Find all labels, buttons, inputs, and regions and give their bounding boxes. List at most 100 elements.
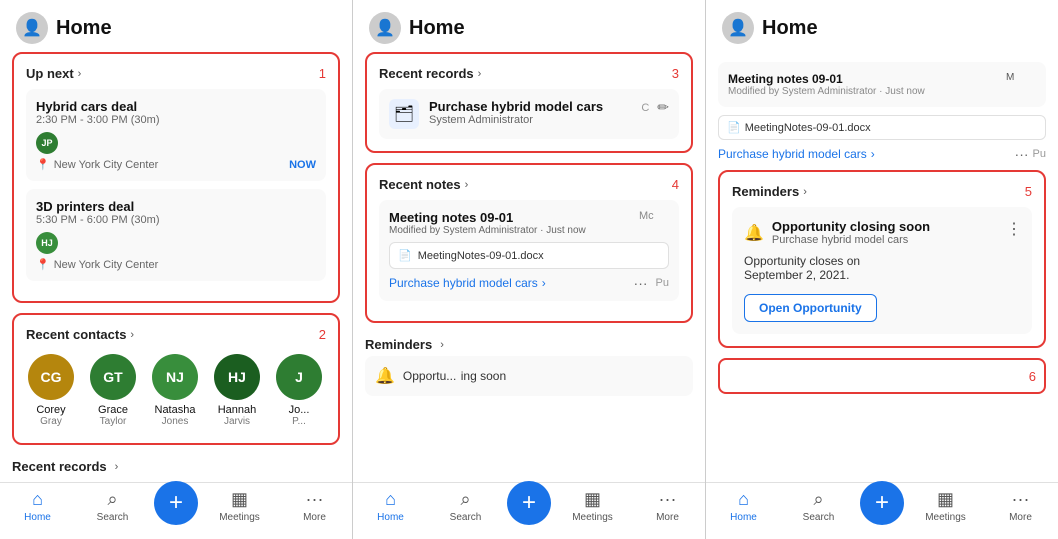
note-item-2[interactable]: Meeting notes 09-01 Modified by System A… bbox=[379, 200, 679, 301]
up-next-item-2-time: 5:30 PM - 6:00 PM (30m) bbox=[36, 214, 316, 226]
nav-more-2[interactable]: ··· More bbox=[630, 489, 705, 533]
nav-meetings-1[interactable]: ▦ Meetings bbox=[202, 489, 277, 533]
fab-1[interactable]: + bbox=[154, 481, 198, 525]
top-note-row-1-text: Meeting notes 09-01 Modified by System A… bbox=[728, 72, 925, 97]
note-filename-2: MeetingNotes-09-01.docx bbox=[418, 250, 544, 262]
nav-home-2[interactable]: ⌂ Home bbox=[353, 489, 428, 533]
truncated-2: Pu bbox=[656, 277, 669, 289]
contact-NJ-avatar: NJ bbox=[152, 354, 198, 400]
contact-CG[interactable]: CG Corey Gray bbox=[26, 354, 76, 427]
three-dots-3[interactable]: ⋮ bbox=[1006, 219, 1022, 239]
contacts-row: CG Corey Gray GT Grace Taylor NJ Natasha… bbox=[26, 350, 326, 431]
recent-contacts-chevron[interactable]: › bbox=[130, 329, 134, 341]
up-next-item-1[interactable]: Hybrid cars deal 2:30 PM - 3:00 PM (30m)… bbox=[26, 89, 326, 181]
reminders-card-3: Reminders › 5 🔔 Opportunity closing soon… bbox=[718, 170, 1046, 348]
now-badge: NOW bbox=[289, 159, 316, 171]
nav-meetings-3[interactable]: ▦ Meetings bbox=[908, 489, 983, 533]
fab-2[interactable]: + bbox=[507, 481, 551, 525]
edit-icon-2[interactable]: ✏ bbox=[657, 99, 669, 116]
home-icon-1: ⌂ bbox=[32, 489, 43, 510]
note-link-2[interactable]: Purchase hybrid model cars › bbox=[389, 276, 546, 290]
contact-NJ-name: Natasha bbox=[155, 404, 196, 416]
up-next-item-2-title: 3D printers deal bbox=[36, 199, 316, 214]
recent-records-chevron-p1[interactable]: › bbox=[115, 461, 119, 473]
up-next-item-2[interactable]: 3D printers deal 5:30 PM - 6:00 PM (30m)… bbox=[26, 189, 326, 281]
contact-CG-last: Gray bbox=[40, 416, 62, 427]
recent-records-card-2: Recent records › 3 🗂 Purchase hybrid mod… bbox=[365, 52, 693, 153]
record-text-2: Purchase hybrid model cars System Admini… bbox=[429, 99, 603, 126]
contact-J-last: P... bbox=[292, 416, 306, 427]
contact-HJ-last: Jarvis bbox=[224, 416, 250, 427]
nav-home-1[interactable]: ⌂ Home bbox=[0, 489, 75, 533]
recent-contacts-number: 2 bbox=[319, 327, 326, 342]
record-actions-2: C ✏ bbox=[641, 99, 669, 116]
top-note-right: M bbox=[1006, 72, 1036, 97]
reminders-chevron-3[interactable]: › bbox=[803, 186, 807, 198]
contact-HJ[interactable]: HJ Hannah Jarvis bbox=[212, 354, 262, 427]
nav-home-3[interactable]: ⌂ Home bbox=[706, 489, 781, 533]
recent-notes-chevron-2[interactable]: › bbox=[465, 179, 469, 191]
nav-more-3[interactable]: ··· More bbox=[983, 489, 1058, 533]
truncated-3: Pu bbox=[1033, 148, 1046, 160]
panel-3: 👤 Home Meeting notes 09-01 Modified by S… bbox=[706, 0, 1058, 539]
panel-1: 👤 Home Up next › 1 Hybrid cars deal 2:30… bbox=[0, 0, 353, 539]
reminder-sub-3: Purchase hybrid model cars bbox=[772, 234, 930, 246]
dots-3[interactable]: ··· bbox=[1015, 146, 1029, 162]
header-2: 👤 Home bbox=[353, 0, 705, 52]
top-note-row-1[interactable]: Meeting notes 09-01 Modified by System A… bbox=[718, 62, 1046, 107]
bottom-nav-2: ⌂ Home ⌕ Search + ▦ Meetings ··· More bbox=[353, 482, 705, 539]
contact-HJ-name: Hannah bbox=[218, 404, 257, 416]
reminders-header-3: Reminders › 5 bbox=[732, 184, 1032, 199]
reminder-bell-icon: 🔔 bbox=[744, 223, 764, 243]
contact-NJ[interactable]: NJ Natasha Jones bbox=[150, 354, 200, 427]
panel-2-title: Home bbox=[409, 17, 465, 40]
reminder-preview-2: 🔔 Opportu... ing soon bbox=[365, 356, 693, 396]
top-note-meta: Modified by System Administrator · Just … bbox=[728, 86, 925, 97]
nav-search-3[interactable]: ⌕ Search bbox=[781, 489, 856, 533]
contact-J[interactable]: J Jo... P... bbox=[274, 354, 324, 427]
record-title-2: Purchase hybrid model cars bbox=[429, 99, 603, 114]
reminder-text: Opportunity closing soon Purchase hybrid… bbox=[772, 219, 930, 246]
dots-menu-2[interactable]: ··· bbox=[634, 275, 648, 291]
recent-records-header-2: Recent records › 3 bbox=[379, 66, 679, 81]
panel-3-title: Home bbox=[762, 17, 818, 40]
more-icon-1: ··· bbox=[306, 489, 324, 510]
search-icon-1: ⌕ bbox=[107, 489, 117, 510]
reminders-label-2: Reminders bbox=[365, 337, 432, 352]
record-item-2[interactable]: 🗂 Purchase hybrid model cars System Admi… bbox=[379, 89, 679, 139]
purchase-link-3[interactable]: Purchase hybrid model cars › bbox=[718, 147, 875, 161]
contact-CG-name: Corey bbox=[36, 404, 65, 416]
reminder-preview-text: Opportu... ing soon bbox=[403, 367, 506, 385]
note-link-row-2: Purchase hybrid model cars › ··· Pu bbox=[389, 275, 669, 291]
contact-NJ-last: Jones bbox=[162, 416, 189, 427]
up-next-label: Up next bbox=[26, 66, 74, 81]
nav-meetings-2[interactable]: ▦ Meetings bbox=[555, 489, 630, 533]
recent-records-label-p1: Recent records bbox=[12, 459, 107, 474]
record-sub-2: System Administrator bbox=[429, 114, 603, 126]
up-next-chevron[interactable]: › bbox=[78, 68, 82, 80]
search-icon-2: ⌕ bbox=[460, 489, 470, 510]
contact-GT-name: Grace bbox=[98, 404, 128, 416]
header-3: 👤 Home bbox=[706, 0, 1058, 52]
panel-2-content: Recent records › 3 🗂 Purchase hybrid mod… bbox=[353, 52, 705, 539]
more-icon-3: ··· bbox=[1012, 489, 1030, 510]
nav-more-1[interactable]: ··· More bbox=[277, 489, 352, 533]
fab-3[interactable]: + bbox=[860, 481, 904, 525]
reminders-label-3: Reminders bbox=[732, 184, 799, 199]
reminders-chevron-2[interactable]: › bbox=[440, 339, 444, 351]
reminder-preview-title: Opportu... bbox=[403, 369, 456, 383]
contact-GT[interactable]: GT Grace Taylor bbox=[88, 354, 138, 427]
link-chevron-3: › bbox=[871, 147, 875, 161]
contact-CG-avatar: CG bbox=[28, 354, 74, 400]
record-truncated-2: C bbox=[641, 102, 649, 114]
reminders-number-3: 5 bbox=[1025, 184, 1032, 199]
reminder-item-3: 🔔 Opportunity closing soon Purchase hybr… bbox=[732, 207, 1032, 334]
doc-filename-3: MeetingNotes-09-01.docx bbox=[745, 122, 871, 134]
recent-records-chevron-2[interactable]: › bbox=[478, 68, 482, 80]
nav-search-1[interactable]: ⌕ Search bbox=[75, 489, 150, 533]
nav-search-2[interactable]: ⌕ Search bbox=[428, 489, 503, 533]
open-opportunity-btn[interactable]: Open Opportunity bbox=[744, 294, 877, 322]
location-icon-2: 📍 bbox=[36, 258, 50, 271]
up-next-item-2-location: 📍 New York City Center bbox=[36, 258, 316, 271]
up-next-item-1-avatar: JP bbox=[36, 132, 58, 154]
